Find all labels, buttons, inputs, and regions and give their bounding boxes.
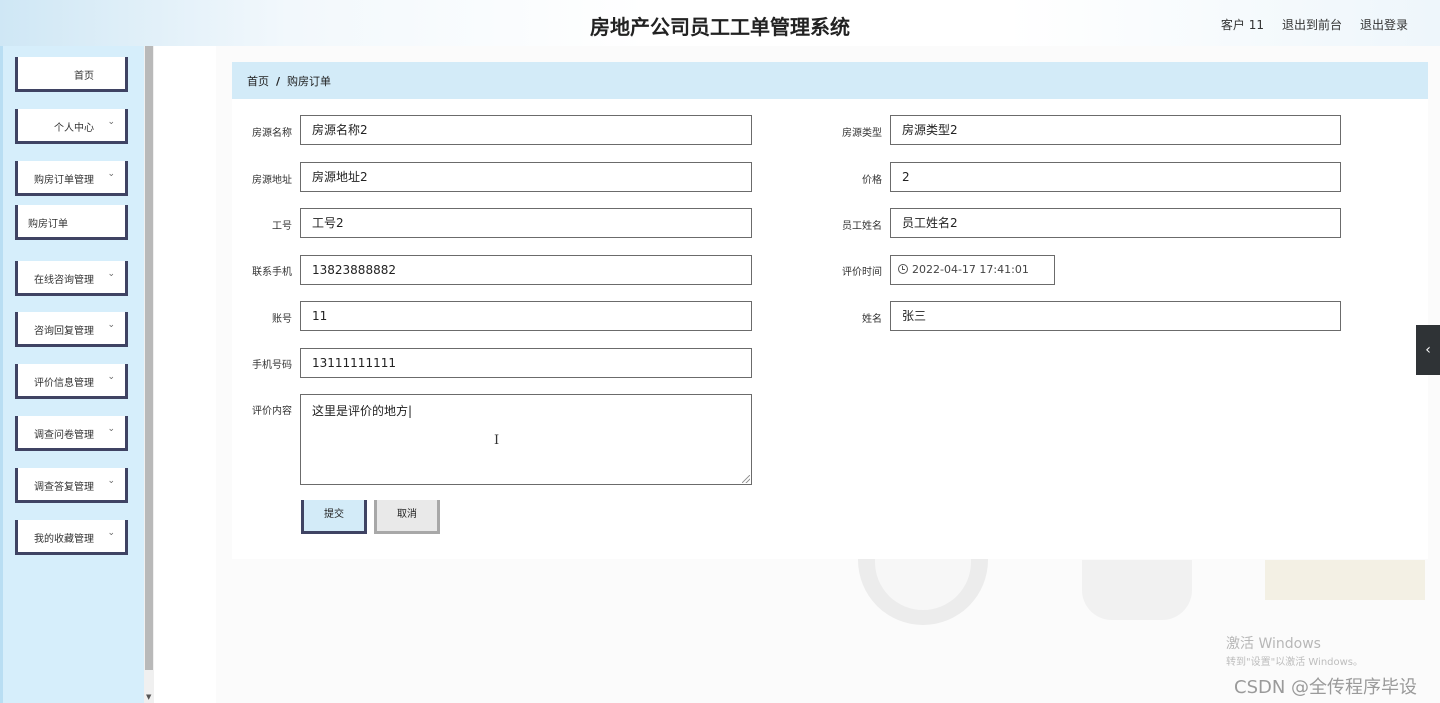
breadcrumb: 首页 / 购房订单: [232, 62, 1428, 99]
sidebar-item-label: 在线咨询管理: [34, 275, 94, 286]
logout-link[interactable]: 退出登录: [1360, 16, 1408, 33]
name-label: 姓名: [862, 314, 882, 325]
sidebar-item-label: 个人中心: [54, 123, 94, 134]
sidebar-item-label: 首页: [74, 71, 94, 82]
sidebar-scrollbar[interactable]: ▼: [144, 46, 154, 703]
activation-watermark-title: 激活 Windows: [1226, 636, 1321, 652]
chevron-down-icon: ⌄: [107, 476, 115, 486]
sidebar-item-consult-reply[interactable]: 咨询回复管理 ⌄: [15, 312, 128, 347]
sidebar-item-home[interactable]: 首页: [15, 57, 128, 92]
main-left-strip: [154, 46, 216, 703]
house-type-field[interactable]: 房源类型2: [890, 115, 1341, 145]
sidebar-item-personal-center[interactable]: 个人中心 ⌄: [15, 109, 128, 144]
csdn-watermark: CSDN @全传程序毕设: [1234, 677, 1418, 698]
breadcrumb-separator: /: [276, 75, 281, 88]
sidebar-item-label: 购房订单: [28, 219, 68, 230]
clock-icon: [898, 264, 908, 274]
house-address-field[interactable]: 房源地址2: [300, 162, 752, 192]
mobile-field[interactable]: 13111111111: [300, 348, 752, 378]
collapse-panel-tab[interactable]: ‹: [1416, 325, 1440, 375]
review-time-picker[interactable]: 2022-04-17 17:41:01: [890, 255, 1055, 285]
back-to-front-link[interactable]: 退出到前台: [1282, 16, 1342, 33]
review-time-label: 评价时间: [842, 267, 882, 278]
sidebar-item-online-consult[interactable]: 在线咨询管理 ⌄: [15, 261, 128, 296]
current-user[interactable]: 客户 11: [1221, 16, 1264, 33]
sidebar-item-label: 调查问卷管理: [34, 430, 94, 441]
scroll-down-arrow-icon[interactable]: ▼: [146, 693, 151, 701]
sidebar-subitem-orders[interactable]: 购房订单: [15, 205, 128, 240]
cancel-button[interactable]: 取消: [374, 500, 440, 534]
review-content-label: 评价内容: [252, 406, 292, 417]
sidebar-item-survey-reply[interactable]: 调查答复管理 ⌄: [15, 468, 128, 503]
background-decoration: [1265, 560, 1425, 600]
review-content-textarea[interactable]: 这里是评价的地方|: [300, 394, 752, 485]
employee-no-field[interactable]: 工号2: [300, 208, 752, 238]
sidebar-item-label: 我的收藏管理: [34, 534, 94, 545]
scrollbar-thumb[interactable]: [145, 46, 153, 670]
submit-button[interactable]: 提交: [301, 500, 367, 534]
sidebar-item-order-management[interactable]: 购房订单管理 ⌄: [15, 161, 128, 196]
contact-phone-field[interactable]: 13823888882: [300, 255, 752, 285]
employee-name-label: 员工姓名: [842, 221, 882, 232]
sidebar-item-survey[interactable]: 调查问卷管理 ⌄: [15, 416, 128, 451]
chevron-down-icon: ⌄: [107, 169, 115, 179]
house-type-label: 房源类型: [842, 128, 882, 139]
chevron-down-icon: ⌄: [107, 269, 115, 279]
chevron-down-icon: ⌄: [107, 372, 115, 382]
price-field[interactable]: 2: [890, 162, 1341, 192]
house-name-label: 房源名称: [252, 128, 292, 139]
breadcrumb-current: 购房订单: [287, 75, 332, 88]
top-header: 房地产公司员工工单管理系统 客户 11 退出到前台 退出登录: [0, 0, 1440, 46]
review-time-value: 2022-04-17 17:41:01: [912, 263, 1029, 276]
sidebar-item-label: 调查答复管理: [34, 482, 94, 493]
chevron-down-icon: ⌄: [107, 424, 115, 434]
chevron-down-icon: ⌄: [107, 528, 115, 538]
background-decoration: [1082, 560, 1192, 620]
name-field[interactable]: 张三: [890, 301, 1341, 331]
house-address-label: 房源地址: [252, 175, 292, 186]
breadcrumb-home[interactable]: 首页: [247, 75, 269, 88]
review-content-text: 这里是评价的地方|: [312, 404, 413, 418]
sidebar-item-review-info[interactable]: 评价信息管理 ⌄: [15, 364, 128, 399]
resize-handle-icon[interactable]: [742, 475, 750, 483]
account-field[interactable]: 11: [300, 301, 752, 331]
sidebar-item-favorites[interactable]: 我的收藏管理 ⌄: [15, 520, 128, 555]
chevron-down-icon: ⌄: [107, 320, 115, 330]
chevron-down-icon: ⌄: [107, 117, 115, 127]
activation-watermark-hint: 转到"设置"以激活 Windows。: [1226, 657, 1364, 668]
header-actions: 客户 11 退出到前台 退出登录: [1221, 16, 1408, 33]
house-name-field[interactable]: 房源名称2: [300, 115, 752, 145]
price-label: 价格: [862, 175, 882, 186]
sidebar-item-label: 购房订单管理: [34, 175, 94, 186]
account-label: 账号: [272, 314, 292, 325]
employee-name-field[interactable]: 员工姓名2: [890, 208, 1341, 238]
mobile-label: 手机号码: [252, 360, 292, 371]
employee-no-label: 工号: [272, 221, 292, 232]
sidebar-item-label: 评价信息管理: [34, 378, 94, 389]
contact-phone-label: 联系手机: [252, 267, 292, 278]
text-cursor-icon: I: [494, 433, 500, 448]
sidebar-item-label: 咨询回复管理: [34, 326, 94, 337]
